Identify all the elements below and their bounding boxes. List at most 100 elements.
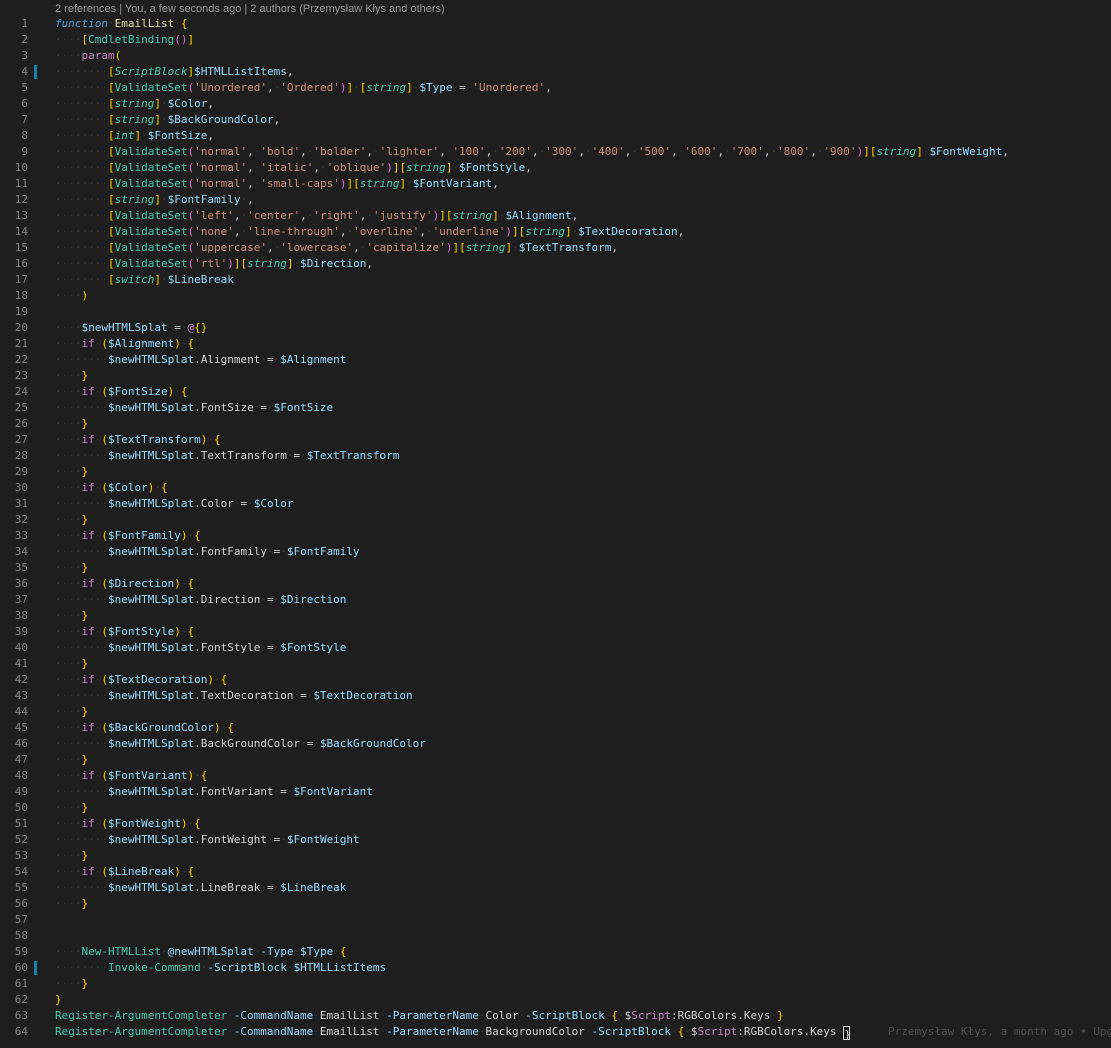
- line-code[interactable]: ····if·($LineBreak)·{: [55, 864, 194, 880]
- code-line[interactable]: 34 ········$newHTMLSplat.FontFamily·=·$Fo…: [0, 544, 1111, 560]
- line-code[interactable]: ····}: [55, 464, 88, 480]
- line-code[interactable]: ········[ValidateSet('uppercase',·'lower…: [55, 240, 618, 256]
- code-line[interactable]: 31 ········$newHTMLSplat.Color·=·$Color: [0, 496, 1111, 512]
- code-line[interactable]: 64 Register-ArgumentCompleter·-CommandNam…: [0, 1024, 1111, 1041]
- code-line[interactable]: 44 ····}: [0, 704, 1111, 720]
- code-line[interactable]: 54 ····if·($LineBreak)·{: [0, 864, 1111, 880]
- code-line[interactable]: 62}: [0, 992, 1111, 1008]
- code-line[interactable]: 39 ····if·($FontStyle)·{: [0, 624, 1111, 640]
- line-code[interactable]: Register-ArgumentCompleter·-CommandName·…: [55, 1008, 784, 1024]
- code-line[interactable]: 6 ········[string]·$Color,: [0, 96, 1111, 112]
- code-line[interactable]: 20 ····$newHTMLSplat·=·@{}: [0, 320, 1111, 336]
- line-code[interactable]: ····if·($Color)·{: [55, 480, 168, 496]
- code-line[interactable]: 27 ····if·($TextTransform)·{: [0, 432, 1111, 448]
- code-line[interactable]: 43 ········$newHTMLSplat.TextDecoration·=…: [0, 688, 1111, 704]
- code-line[interactable]: 5 ········[ValidateSet('Unordered',·'Orde…: [0, 80, 1111, 96]
- code-line[interactable]: 18 ····): [0, 288, 1111, 304]
- code-line[interactable]: 10 ········[ValidateSet('normal',·'italic…: [0, 160, 1111, 176]
- line-code[interactable]: ········$newHTMLSplat.FontFamily·=·$Font…: [55, 544, 360, 560]
- line-code[interactable]: ········[switch]·$LineBreak: [55, 272, 234, 288]
- code-line[interactable]: 37 ········$newHTMLSplat.Direction·=·$Dir…: [0, 592, 1111, 608]
- line-code[interactable]: ····if·($FontFamily)·{: [55, 528, 201, 544]
- code-line[interactable]: 61 ····}: [0, 976, 1111, 992]
- code-line[interactable]: 9 ········[ValidateSet('normal',·'bold',·…: [0, 144, 1111, 160]
- code-line[interactable]: 11 ········[ValidateSet('normal',·'small-…: [0, 176, 1111, 192]
- git-blame-annotation[interactable]: Przemysław Kłys, a month ago • Upg: [888, 1024, 1111, 1040]
- code-line[interactable]: 59 ····New-HTMLList·@newHTMLSplat·-Type·$…: [0, 944, 1111, 960]
- code-line[interactable]: 46 ········$newHTMLSplat.BackGroundColor·…: [0, 736, 1111, 752]
- line-code[interactable]: ········[ValidateSet('normal',·'italic',…: [55, 160, 532, 176]
- line-code[interactable]: ····): [55, 288, 88, 304]
- line-code[interactable]: ····}: [55, 848, 88, 864]
- code-line[interactable]: 14 ········[ValidateSet('none',·'line-thr…: [0, 224, 1111, 240]
- code-line[interactable]: 17 ········[switch]·$LineBreak: [0, 272, 1111, 288]
- line-code[interactable]: ········Invoke-Command·-ScriptBlock·$HTM…: [55, 960, 386, 976]
- line-code[interactable]: ····}: [55, 800, 88, 816]
- code-line[interactable]: 4 ········[ScriptBlock]$HTMLListItems,: [0, 64, 1111, 80]
- code-editor[interactable]: 2 references | You, a few seconds ago | …: [0, 0, 1111, 1048]
- code-line[interactable]: 55 ········$newHTMLSplat.LineBreak·=·$Lin…: [0, 880, 1111, 896]
- line-code[interactable]: ····}: [55, 512, 88, 528]
- line-code[interactable]: ····if·($FontStyle)·{: [55, 624, 194, 640]
- line-code[interactable]: ········$newHTMLSplat.LineBreak·=·$LineB…: [55, 880, 346, 896]
- code-line[interactable]: 57: [0, 912, 1111, 928]
- line-code[interactable]: ········[ValidateSet('none',·'line-throu…: [55, 224, 684, 240]
- line-code[interactable]: ····if·($Alignment)·{: [55, 336, 194, 352]
- line-code[interactable]: ····if·($TextTransform)·{: [55, 432, 221, 448]
- code-line[interactable]: 23 ····}: [0, 368, 1111, 384]
- code-line[interactable]: 48 ····if·($FontVariant)·{: [0, 768, 1111, 784]
- line-code[interactable]: ········$newHTMLSplat.Direction·=·$Direc…: [55, 592, 346, 608]
- code-line[interactable]: 25 ········$newHTMLSplat.FontSize·=·$Font…: [0, 400, 1111, 416]
- code-line[interactable]: 19: [0, 304, 1111, 320]
- line-code[interactable]: ····if·($FontSize)·{: [55, 384, 187, 400]
- code-line[interactable]: 36 ····if·($Direction)·{: [0, 576, 1111, 592]
- line-code[interactable]: ········$newHTMLSplat.FontSize·=·$FontSi…: [55, 400, 333, 416]
- line-code[interactable]: }: [55, 992, 62, 1008]
- line-code[interactable]: ········[ValidateSet('rtl')][string]·$Di…: [55, 256, 373, 272]
- code-line[interactable]: 35 ····}: [0, 560, 1111, 576]
- code-line[interactable]: 40 ········$newHTMLSplat.FontStyle·=·$Fon…: [0, 640, 1111, 656]
- code-line[interactable]: 50 ····}: [0, 800, 1111, 816]
- code-line[interactable]: 56 ····}: [0, 896, 1111, 912]
- code-line[interactable]: 21 ····if·($Alignment)·{: [0, 336, 1111, 352]
- code-line[interactable]: 51 ····if·($FontWeight)·{: [0, 816, 1111, 832]
- line-code[interactable]: ····}: [55, 368, 88, 384]
- line-code[interactable]: ········[ValidateSet('normal',·'bold',·'…: [55, 144, 1009, 160]
- line-code[interactable]: ····}: [55, 656, 88, 672]
- line-code[interactable]: ····}: [55, 608, 88, 624]
- line-code[interactable]: ········$newHTMLSplat.Alignment·=·$Align…: [55, 352, 346, 368]
- line-code[interactable]: ····if·($Direction)·{: [55, 576, 194, 592]
- code-line[interactable]: 15 ········[ValidateSet('uppercase',·'low…: [0, 240, 1111, 256]
- line-code[interactable]: function·EmailList·{: [55, 16, 187, 32]
- line-code[interactable]: ····}: [55, 416, 88, 432]
- code-line[interactable]: 45 ····if·($BackGroundColor)·{: [0, 720, 1111, 736]
- line-code[interactable]: ········$newHTMLSplat.FontStyle·=·$FontS…: [55, 640, 346, 656]
- line-code[interactable]: ····if·($BackGroundColor)·{: [55, 720, 234, 736]
- line-code[interactable]: ········$newHTMLSplat.FontVariant·=·$Fon…: [55, 784, 373, 800]
- line-code[interactable]: ········[int]·$FontSize,: [55, 128, 214, 144]
- line-code[interactable]: Register-ArgumentCompleter·-CommandName·…: [55, 1024, 851, 1041]
- code-line[interactable]: 2 ····[CmdletBinding()]: [0, 32, 1111, 48]
- line-code[interactable]: ········$newHTMLSplat.TextTransform·=·$T…: [55, 448, 399, 464]
- code-line[interactable]: 3 ····param(: [0, 48, 1111, 64]
- line-code[interactable]: ········[string]·$BackGroundColor,: [55, 112, 280, 128]
- line-code[interactable]: ····param(: [55, 48, 121, 64]
- code-line[interactable]: 47 ····}: [0, 752, 1111, 768]
- code-line[interactable]: 38 ····}: [0, 608, 1111, 624]
- line-code[interactable]: ····if·($TextDecoration)·{: [55, 672, 227, 688]
- line-code[interactable]: ········$newHTMLSplat.FontWeight·=·$Font…: [55, 832, 360, 848]
- code-line[interactable]: 28 ········$newHTMLSplat.TextTransform·=·…: [0, 448, 1111, 464]
- code-line[interactable]: 42 ····if·($TextDecoration)·{: [0, 672, 1111, 688]
- line-code[interactable]: ········[string]·$FontFamily·,: [55, 192, 254, 208]
- line-code[interactable]: ········[string]·$Color,: [55, 96, 214, 112]
- line-code[interactable]: ····New-HTMLList·@newHTMLSplat·-Type·$Ty…: [55, 944, 346, 960]
- line-code[interactable]: ········$newHTMLSplat.TextDecoration·=·$…: [55, 688, 413, 704]
- code-line[interactable]: 22 ········$newHTMLSplat.Alignment·=·$Ali…: [0, 352, 1111, 368]
- code-line[interactable]: 1 function·EmailList·{: [0, 16, 1111, 32]
- code-line[interactable]: 60 ········Invoke-Command·-ScriptBlock·$H…: [0, 960, 1111, 976]
- line-code[interactable]: ····[CmdletBinding()]: [55, 32, 194, 48]
- line-code[interactable]: ····}: [55, 752, 88, 768]
- code-line[interactable]: 58: [0, 928, 1111, 944]
- code-line[interactable]: 26 ····}: [0, 416, 1111, 432]
- code-line[interactable]: 63 Register-ArgumentCompleter·-CommandNam…: [0, 1008, 1111, 1024]
